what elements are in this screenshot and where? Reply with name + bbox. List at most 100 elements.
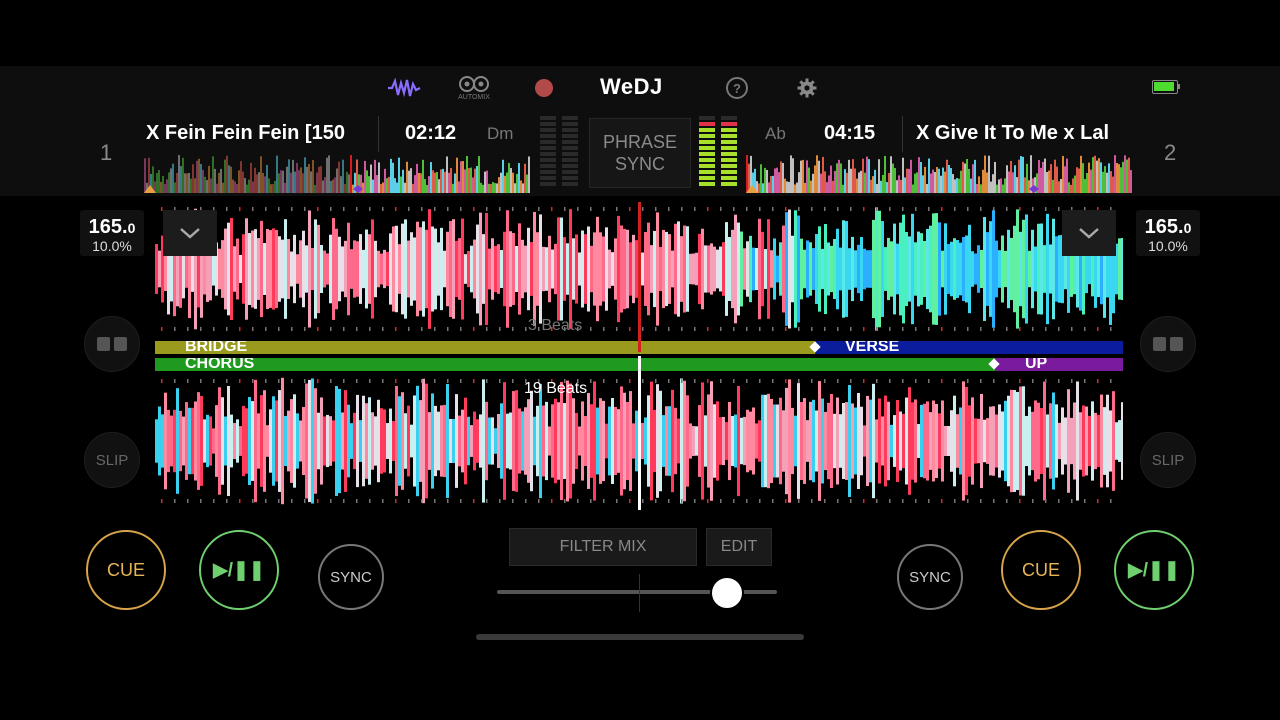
deck2-play-pause-button[interactable]: ▶/❚❚ <box>1114 530 1194 610</box>
deck2-bpm-display[interactable]: 165.0 10.0% <box>1136 210 1200 256</box>
waveform-bar <box>185 402 188 480</box>
waveform-bar <box>884 395 887 487</box>
crossfader-knob[interactable] <box>709 576 744 610</box>
waveform-bar <box>1013 390 1016 492</box>
overview-bar <box>288 159 290 193</box>
overview-bar <box>456 157 458 193</box>
waveform-bar <box>203 419 206 463</box>
deck1-play-pause-button[interactable]: ▶/❚❚ <box>199 530 279 610</box>
waveform-bar <box>764 249 767 289</box>
deck1-loop-button[interactable] <box>84 316 140 372</box>
waveform-bar <box>155 419 158 463</box>
deck1-cue-button[interactable]: CUE <box>86 530 166 610</box>
overview-bar <box>344 183 346 193</box>
waveform-bar <box>716 249 719 289</box>
beat-tick <box>1019 327 1021 331</box>
beat-tick <box>785 379 787 383</box>
waveform-bar <box>650 381 653 501</box>
overview-bar <box>510 168 512 193</box>
overview-bar <box>376 175 378 193</box>
deck2-loop-button[interactable] <box>1140 316 1196 372</box>
waveform-bar <box>230 414 233 468</box>
filter-mix-button[interactable]: FILTER MIX <box>509 528 697 566</box>
automix-button[interactable]: AUTOMIX <box>452 74 496 102</box>
waveform-bar <box>1001 411 1004 471</box>
deck2-slip-button[interactable]: SLIP <box>1140 432 1196 488</box>
waveform-bar <box>659 246 662 292</box>
beat-tick <box>317 327 319 331</box>
waveform-bar <box>587 393 590 489</box>
beat-tick <box>408 379 410 383</box>
deck2-track-title[interactable]: X Give It To Me x Lal <box>916 122 1130 145</box>
beat-tick <box>408 207 410 211</box>
waveform-bar <box>908 236 911 302</box>
waveform-bar <box>788 379 791 503</box>
deck2-sync-button[interactable]: SYNC <box>897 544 963 610</box>
overview-bar <box>1000 178 1002 193</box>
record-button[interactable] <box>531 74 557 102</box>
overview-bar <box>428 176 430 193</box>
chevron-down-icon <box>180 228 200 239</box>
waveform-bar <box>752 247 755 291</box>
waveform-bar <box>992 210 995 328</box>
beat-tick <box>824 379 826 383</box>
overview-bar <box>846 172 848 193</box>
overview-bar <box>524 163 526 193</box>
waveform-bar <box>539 383 542 499</box>
waveform-bar <box>731 416 734 466</box>
overview-bar <box>392 162 394 193</box>
deck1-collapse-button[interactable] <box>163 210 217 256</box>
beat-tick <box>915 499 917 503</box>
phrase-sync-button[interactable]: PHRASE SYNC <box>589 118 691 188</box>
beat-tick <box>863 207 865 211</box>
waveform-bar <box>746 241 749 297</box>
edit-button[interactable]: EDIT <box>706 528 772 566</box>
beat-tick <box>824 207 826 211</box>
deck1-track-title[interactable]: X Fein Fein Fein [150 <box>146 122 362 145</box>
help-button[interactable]: ? <box>724 74 750 102</box>
overview-bar <box>1072 178 1074 193</box>
waveform-bar <box>335 386 338 496</box>
waveform-bar <box>371 219 374 319</box>
deck1-sync-button[interactable]: SYNC <box>318 544 384 610</box>
deck2-pitch: 10.0% <box>1148 238 1188 254</box>
deck1-bpm-display[interactable]: 165.0 10.0% <box>80 210 144 256</box>
deck2-overview-waveform[interactable] <box>746 155 1132 193</box>
waveform-bar <box>173 409 176 473</box>
deck2-collapse-button[interactable] <box>1062 210 1116 256</box>
settings-button[interactable] <box>794 74 820 102</box>
overview-bar <box>220 168 222 193</box>
meter-segment <box>699 152 715 156</box>
overview-bar <box>520 180 522 193</box>
beat-tick <box>317 499 319 503</box>
waveform-bar <box>626 401 629 481</box>
chevron-down-icon <box>1079 228 1099 239</box>
deck2-cue-button[interactable]: CUE <box>1001 530 1081 610</box>
waveform-bar <box>464 254 467 284</box>
waveform-bar <box>716 401 719 481</box>
deck1-slip-button[interactable]: SLIP <box>84 432 140 488</box>
beat-tick <box>603 207 605 211</box>
waveform-bar <box>500 250 503 288</box>
overview-bar <box>342 159 344 193</box>
waveform-bar <box>206 414 209 468</box>
overview-bar <box>166 179 168 193</box>
waveform-icon[interactable] <box>384 74 424 102</box>
deck1-overview-waveform[interactable] <box>144 155 530 193</box>
waveform-bar <box>437 242 440 296</box>
overview-bar <box>784 178 786 193</box>
waveform-bar <box>518 408 521 474</box>
overview-bar <box>270 184 272 193</box>
overview-bar <box>990 181 992 193</box>
waveform-bar <box>1088 253 1091 285</box>
waveform-bar <box>344 390 347 492</box>
waveform-bar <box>1055 236 1058 302</box>
waveform-bar <box>707 245 710 293</box>
waveform-bar <box>611 398 614 484</box>
waveform-bar <box>710 243 713 295</box>
waveform-bar <box>986 418 989 464</box>
phrase-sync-line1: PHRASE <box>602 132 678 152</box>
overview-bar <box>218 172 220 193</box>
waveform-bar <box>1019 231 1022 307</box>
overview-bar <box>890 156 892 193</box>
